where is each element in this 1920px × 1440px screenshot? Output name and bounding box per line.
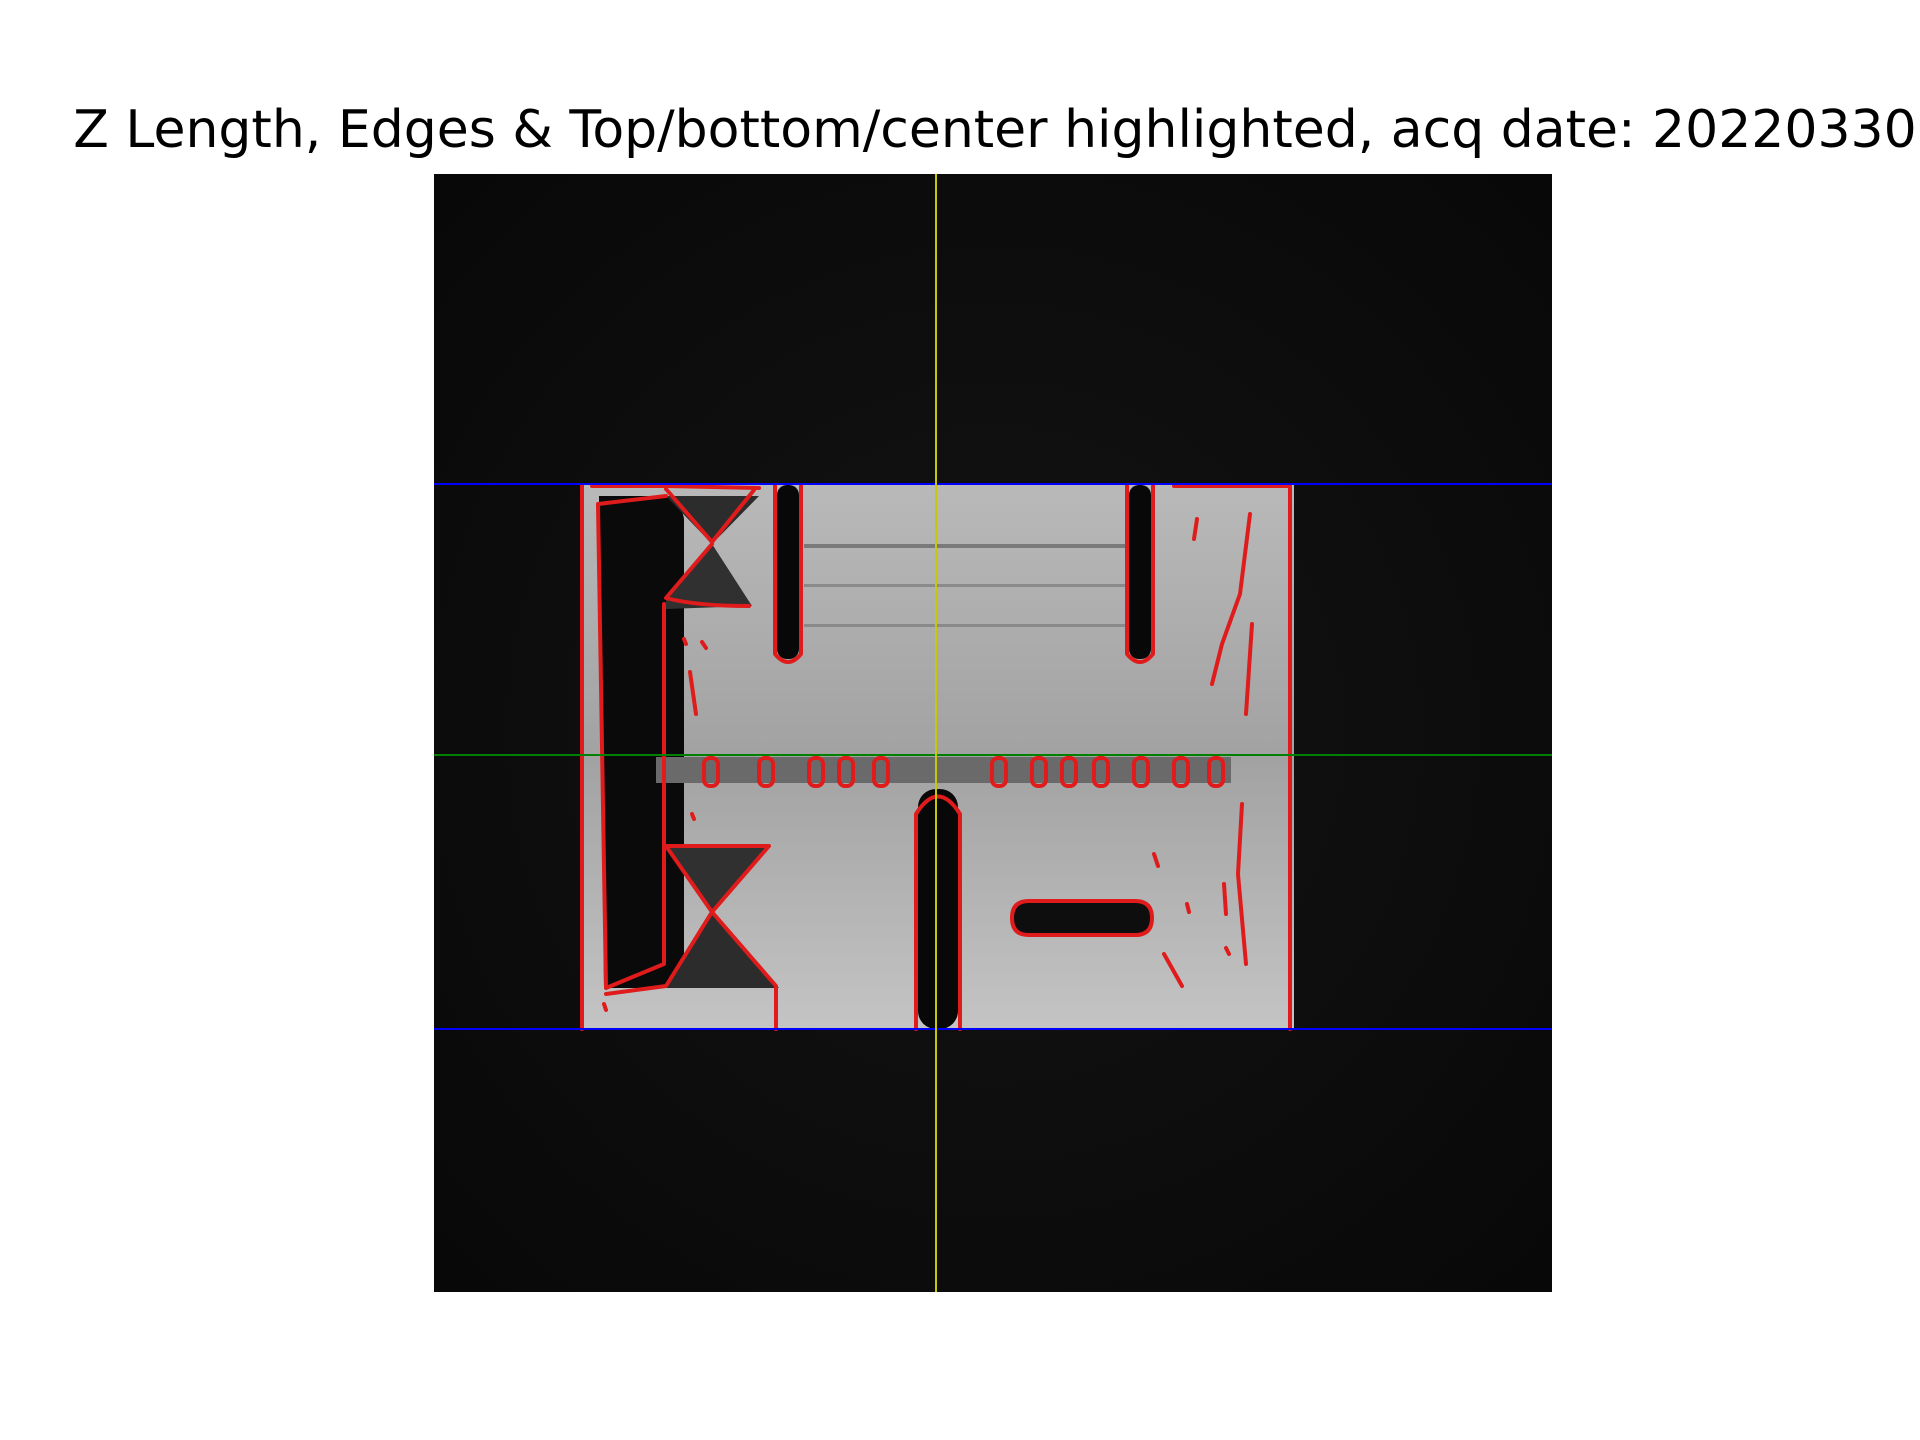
mri-image [434, 174, 1552, 1292]
figure-title: Z Length, Edges & Top/bottom/center high… [73, 100, 1917, 160]
